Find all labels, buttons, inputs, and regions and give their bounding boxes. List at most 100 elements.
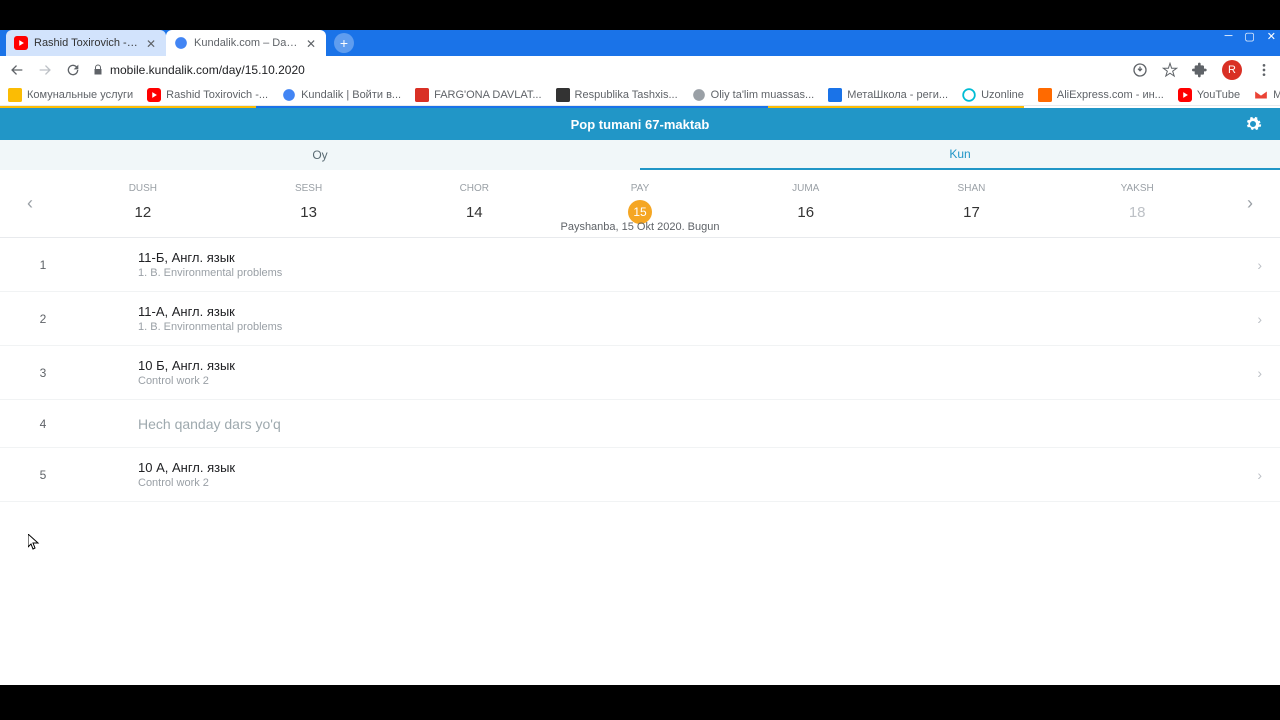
lesson-body: Hech qanday dars yo'q (68, 416, 1262, 432)
bookmark-item[interactable]: МетаШкола - реги... (828, 88, 948, 102)
forward-button[interactable] (36, 61, 54, 79)
address-bar-actions: R (1132, 60, 1272, 80)
day-chor[interactable]: CHOR14 (391, 183, 557, 224)
lesson-subtitle: Control work 2 (138, 375, 1257, 387)
tab-title: Rashid Toxirovich - YouTube (34, 37, 140, 49)
prev-week-button[interactable]: ‹ (0, 193, 60, 214)
lesson-title: 10 Б, Англ. язык (138, 358, 1257, 373)
day-pay[interactable]: PAY15 (557, 183, 723, 224)
day-shan[interactable]: SHAN17 (889, 183, 1055, 224)
day-juma[interactable]: JUMA16 (723, 183, 889, 224)
lesson-body: 11-А, Англ. язык 1. B. Environmental pro… (68, 304, 1257, 333)
menu-icon[interactable] (1256, 62, 1272, 78)
page-content: Pop tumani 67-maktab Oy Kun ‹ DUSH12 SES… (0, 106, 1280, 685)
lesson-empty-text: Hech qanday dars yo'q (138, 416, 1262, 432)
bookmark-item[interactable]: Oliy ta'lim muassas... (692, 88, 815, 102)
bookmark-favicon (415, 88, 429, 102)
lesson-row[interactable]: 1 11-Б, Англ. язык 1. B. Environmental p… (0, 238, 1280, 292)
page-title: Pop tumani 67-maktab (571, 117, 710, 132)
chevron-right-icon: › (1257, 365, 1262, 381)
minimize-button[interactable]: ─ (1225, 30, 1233, 43)
lesson-number: 5 (18, 468, 68, 482)
reload-button[interactable] (64, 61, 82, 79)
lesson-subtitle: Control work 2 (138, 477, 1257, 489)
bookmark-favicon (556, 88, 570, 102)
lesson-title: 11-Б, Англ. язык (138, 250, 1257, 265)
browser-tab-kundalik[interactable]: Kundalik.com – Dars jadvali ✕ (166, 30, 326, 56)
install-icon[interactable] (1132, 62, 1148, 78)
back-button[interactable] (8, 61, 26, 79)
lesson-subtitle: 1. B. Environmental problems (138, 267, 1257, 279)
bookmark-item[interactable]: YouTube (1178, 88, 1240, 102)
bookmark-favicon (1038, 88, 1052, 102)
url-text: mobile.kundalik.com/day/15.10.2020 (110, 63, 305, 77)
bookmark-favicon (8, 88, 22, 102)
arrow-left-icon (9, 62, 25, 78)
bookmark-favicon (828, 88, 842, 102)
day-sesh[interactable]: SESH13 (226, 183, 392, 224)
window-letterbox-top (0, 0, 1280, 30)
lesson-title: 10 А, Англ. язык (138, 460, 1257, 475)
kundalik-icon (174, 36, 188, 50)
tab-month[interactable]: Oy (0, 140, 640, 170)
extensions-icon[interactable] (1192, 62, 1208, 78)
tab-close-icon[interactable]: ✕ (146, 37, 158, 49)
youtube-icon (147, 88, 161, 102)
lesson-number: 2 (18, 312, 68, 326)
lesson-title: 11-А, Англ. язык (138, 304, 1257, 319)
chevron-right-icon: › (1257, 467, 1262, 483)
chevron-right-icon: › (1257, 311, 1262, 327)
profile-avatar[interactable]: R (1222, 60, 1242, 80)
browser-chrome: ─ ▢ ✕ Rashid Toxirovich - YouTube ✕ Kund… (0, 30, 1280, 56)
new-tab-button[interactable]: + (334, 33, 354, 53)
bookmark-item[interactable]: AliExpress.com - ин... (1038, 88, 1164, 102)
window-controls: ─ ▢ ✕ (1225, 30, 1276, 43)
bookmark-item[interactable]: Rashid Toxirovich -... (147, 88, 268, 102)
bookmark-bar: Комунальные услуги Rashid Toxirovich -..… (0, 84, 1280, 106)
bookmark-favicon (962, 88, 976, 102)
page-header: Pop tumani 67-maktab (0, 108, 1280, 140)
arrow-right-icon (37, 62, 53, 78)
tab-close-icon[interactable]: ✕ (306, 37, 318, 49)
bookmark-item[interactable]: Uzonline (962, 88, 1024, 102)
lesson-body: 10 А, Англ. язык Control work 2 (68, 460, 1257, 489)
days-strip: DUSH12 SESH13 CHOR14 PAY15 JUMA16 SHAN17… (60, 183, 1220, 224)
lesson-body: 10 Б, Англ. язык Control work 2 (68, 358, 1257, 387)
day-dush[interactable]: DUSH12 (60, 183, 226, 224)
lesson-number: 1 (18, 258, 68, 272)
lesson-row[interactable]: 2 11-А, Англ. язык 1. B. Environmental p… (0, 292, 1280, 346)
next-week-button[interactable]: › (1220, 193, 1280, 214)
bookmark-item[interactable]: Kundalik | Войти в... (282, 88, 401, 102)
maximize-button[interactable]: ▢ (1244, 30, 1254, 43)
youtube-icon (1178, 88, 1192, 102)
close-button[interactable]: ✕ (1267, 30, 1276, 43)
day-yaksh[interactable]: YAKSH18 (1054, 183, 1220, 224)
view-tabs: Oy Kun (0, 140, 1280, 170)
lesson-row-empty: 4 Hech qanday dars yo'q (0, 400, 1280, 448)
browser-tab-youtube[interactable]: Rashid Toxirovich - YouTube ✕ (6, 30, 166, 56)
bookmark-favicon (692, 88, 706, 102)
lesson-row[interactable]: 5 10 А, Англ. язык Control work 2 › (0, 448, 1280, 502)
tab-strip: Rashid Toxirovich - YouTube ✕ Kundalik.c… (0, 30, 1280, 56)
star-icon[interactable] (1162, 62, 1178, 78)
bookmark-item[interactable]: Mediabay - Главна... (1254, 88, 1280, 102)
gmail-icon (1254, 88, 1268, 102)
lesson-body: 11-Б, Англ. язык 1. B. Environmental pro… (68, 250, 1257, 279)
lesson-number: 4 (18, 417, 68, 431)
tab-title: Kundalik.com – Dars jadvali (194, 37, 300, 49)
bookmark-item[interactable]: Respublika Tashxis... (556, 88, 678, 102)
bookmark-item[interactable]: FARG'ONA DAVLAT... (415, 88, 541, 102)
tab-day[interactable]: Kun (640, 140, 1280, 170)
chevron-right-icon: › (1257, 257, 1262, 273)
url-input[interactable]: mobile.kundalik.com/day/15.10.2020 (92, 63, 1122, 77)
lock-icon (92, 64, 104, 76)
refresh-icon (65, 62, 81, 78)
gear-icon[interactable] (1244, 115, 1262, 133)
week-navigator: ‹ DUSH12 SESH13 CHOR14 PAY15 JUMA16 SHAN… (0, 170, 1280, 238)
window-letterbox-bottom (0, 685, 1280, 720)
bookmark-favicon (282, 88, 296, 102)
lesson-number: 3 (18, 366, 68, 380)
lesson-row[interactable]: 3 10 Б, Англ. язык Control work 2 › (0, 346, 1280, 400)
current-date-label: Payshanba, 15 Okt 2020. Bugun (0, 221, 1280, 233)
bookmark-item[interactable]: Комунальные услуги (8, 88, 133, 102)
